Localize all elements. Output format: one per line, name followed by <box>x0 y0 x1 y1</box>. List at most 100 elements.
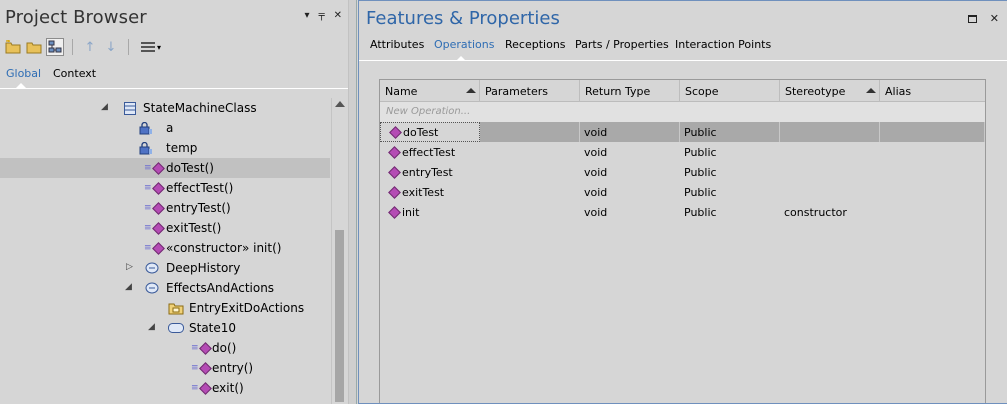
cell-stereotype[interactable] <box>780 142 880 162</box>
scroll-up-icon[interactable] <box>335 101 345 107</box>
tree-item[interactable]: ≡ exitTest() <box>0 218 330 238</box>
operation-icon <box>388 207 399 218</box>
cell-name[interactable]: exitTest <box>380 182 480 202</box>
table-row[interactable]: effectTest void Public <box>380 142 985 162</box>
table-row[interactable]: exitTest void Public <box>380 182 985 202</box>
column-header-scope[interactable]: Scope <box>680 80 780 102</box>
tree-item[interactable]: temp <box>0 138 330 158</box>
tree-item[interactable]: ▷ DeepHistory <box>0 258 330 278</box>
cell-return-type[interactable]: void <box>580 162 680 182</box>
tree-item[interactable]: ◢ EffectsAndActions <box>0 278 330 298</box>
tab-operations[interactable]: Operations <box>434 38 494 51</box>
cell-name[interactable]: effectTest <box>380 142 480 162</box>
column-header-name[interactable]: Name <box>380 80 480 102</box>
operation-icon: ≡ <box>144 221 162 235</box>
collapse-icon[interactable]: ◢ <box>148 322 155 332</box>
table-row[interactable]: doTest void Public <box>380 122 985 142</box>
cell-stereotype[interactable] <box>780 182 880 202</box>
cell-scope[interactable]: Public <box>680 162 780 182</box>
attribute-lock-icon <box>139 141 153 155</box>
cell-name[interactable]: doTest <box>380 122 480 142</box>
tree-item[interactable]: ◢ State10 <box>0 318 330 338</box>
tree-item-label: State10 <box>189 321 237 335</box>
tab-attributes[interactable]: Attributes <box>370 38 424 51</box>
cell-alias[interactable] <box>880 182 985 202</box>
operation-icon: ≡ <box>144 241 162 255</box>
cell-alias[interactable] <box>880 142 985 162</box>
features-tabs: Attributes Operations Receptions Parts /… <box>359 35 1007 61</box>
tree-item[interactable]: ≡ exit() <box>0 378 330 398</box>
new-package-icon[interactable] <box>4 38 22 56</box>
tree-item[interactable]: ≡ doTest() <box>0 158 330 178</box>
dropdown-icon[interactable]: ▾ <box>305 11 310 21</box>
new-operation-placeholder: New Operation... <box>386 106 471 117</box>
operation-icon: ≡ <box>191 341 209 355</box>
tree-item[interactable]: ≡ «constructor» init() <box>0 238 330 258</box>
state-icon <box>168 321 184 335</box>
column-header-parameters[interactable]: Parameters <box>480 80 580 102</box>
cell-scope[interactable]: Public <box>680 122 780 142</box>
operation-icon <box>389 127 400 138</box>
table-row[interactable]: init void Public constructor <box>380 202 985 222</box>
tab-context[interactable]: Context <box>53 67 96 80</box>
move-up-icon[interactable]: ↑ <box>81 38 99 56</box>
maximize-icon[interactable] <box>967 14 977 23</box>
cell-scope[interactable]: Public <box>680 182 780 202</box>
cell-stereotype[interactable] <box>780 162 880 182</box>
column-header-stereotype[interactable]: Stereotype <box>780 80 880 102</box>
diagram-icon[interactable] <box>46 38 64 56</box>
column-header-return-type[interactable]: Return Type <box>580 80 680 102</box>
panel-splitter[interactable] <box>348 0 357 404</box>
cell-return-type[interactable]: void <box>580 142 680 162</box>
cell-parameters[interactable] <box>480 162 580 182</box>
close-icon[interactable]: ✕ <box>334 11 342 21</box>
tab-interaction-points[interactable]: Interaction Points <box>675 38 771 51</box>
sort-ascending-icon <box>466 88 476 93</box>
cell-parameters[interactable] <box>480 142 580 162</box>
cell-stereotype[interactable] <box>780 122 880 142</box>
tree-item[interactable]: EntryExitDoActions <box>0 298 330 318</box>
collapse-icon[interactable]: ◢ <box>101 102 108 112</box>
tree-item[interactable]: ≡ entryTest() <box>0 198 330 218</box>
cell-return-type[interactable]: void <box>580 122 680 142</box>
cell-parameters[interactable] <box>480 182 580 202</box>
cell-stereotype[interactable]: constructor <box>780 202 880 222</box>
tab-divider <box>359 60 1007 61</box>
project-browser-window-controls: ▾ ╤ ✕ <box>305 11 342 21</box>
table-row[interactable]: entryTest void Public <box>380 162 985 182</box>
expand-icon[interactable]: ▷ <box>126 262 133 272</box>
tree-item[interactable]: ≡ effectTest() <box>0 178 330 198</box>
tree-item-label: StateMachineClass <box>143 101 257 115</box>
collapse-icon[interactable]: ◢ <box>125 282 132 292</box>
menu-icon[interactable]: ▾ <box>137 38 165 56</box>
cell-name[interactable]: entryTest <box>380 162 480 182</box>
cell-alias[interactable] <box>880 202 985 222</box>
tree-item[interactable]: a <box>0 118 330 138</box>
tree-item[interactable]: ◢ StateMachineClass <box>0 98 330 118</box>
cell-return-type[interactable]: void <box>580 202 680 222</box>
cell-parameters[interactable] <box>480 202 580 222</box>
cell-return-type[interactable]: void <box>580 182 680 202</box>
tab-parts-properties[interactable]: Parts / Properties <box>575 38 669 51</box>
tree-item[interactable]: ≡ do() <box>0 338 330 358</box>
cell-alias[interactable] <box>880 122 985 142</box>
tab-receptions[interactable]: Receptions <box>505 38 566 51</box>
new-operation-row[interactable]: New Operation... <box>380 102 985 122</box>
cell-scope[interactable]: Public <box>680 202 780 222</box>
operations-grid: Name Parameters Return Type Scope Stereo… <box>379 79 986 403</box>
column-header-alias[interactable]: Alias <box>880 80 985 102</box>
cell-alias[interactable] <box>880 162 985 182</box>
tree-scrollbar[interactable] <box>331 98 348 404</box>
toolbar-separator <box>128 39 129 55</box>
close-icon[interactable]: ✕ <box>990 12 999 25</box>
scrollbar-thumb[interactable] <box>335 230 344 402</box>
pin-icon[interactable]: ╤ <box>319 11 325 21</box>
move-down-icon[interactable]: ↓ <box>102 38 120 56</box>
operation-icon: ≡ <box>144 161 162 175</box>
tree-item[interactable]: ≡ entry() <box>0 358 330 378</box>
cell-scope[interactable]: Public <box>680 142 780 162</box>
cell-name[interactable]: init <box>380 202 480 222</box>
tab-global[interactable]: Global <box>6 67 41 80</box>
cell-parameters[interactable] <box>480 122 580 142</box>
folder-icon[interactable] <box>25 38 43 56</box>
